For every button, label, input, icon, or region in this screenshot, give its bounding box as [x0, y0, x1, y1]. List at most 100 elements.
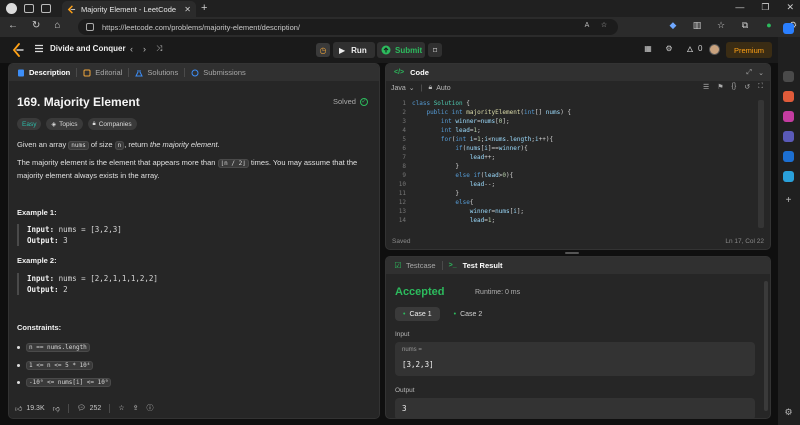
code-text[interactable]: lead--; — [412, 181, 495, 188]
fullscreen-icon[interactable]: ⛶ — [758, 83, 763, 91]
code-text[interactable]: else{ — [412, 199, 473, 206]
code-line[interactable]: 8 } — [386, 163, 459, 172]
leetcode-logo-icon[interactable] — [12, 43, 24, 57]
favorite-star-icon[interactable]: ☆ — [118, 404, 124, 412]
comments-button[interactable]: 💬︎ 252 — [77, 404, 102, 413]
code-text[interactable]: winner=nums[i]; — [412, 208, 524, 215]
code-editor[interactable]: 1 class Solution {2 public int majorityEl… — [386, 100, 770, 230]
panel-resize-handle[interactable] — [565, 252, 579, 254]
code-text[interactable]: public int majorityElement(int[] nums) { — [412, 109, 571, 116]
code-line[interactable]: 14 lead=1; — [386, 217, 495, 226]
browser-profile-icon[interactable] — [6, 3, 17, 14]
code-line[interactable]: 11 } — [386, 190, 459, 199]
code-text[interactable]: for(int i=1;i<nums.length;i++){ — [412, 136, 553, 143]
code-line[interactable]: 12 else{ — [386, 199, 474, 208]
language-select[interactable]: Java — [391, 85, 406, 92]
code-text[interactable]: } — [412, 163, 459, 170]
companies-tag[interactable]: 🔒︎ Companies — [87, 118, 137, 130]
panel-menu-icon[interactable]: ⌄ — [758, 69, 764, 77]
outlook-icon[interactable] — [783, 151, 794, 162]
home-icon[interactable]: ⌂ — [54, 20, 60, 31]
code-line[interactable]: 6 if(nums[i]==winner){ — [386, 145, 527, 154]
notes-icon[interactable]: ⌑ — [428, 43, 442, 57]
tab-solutions[interactable]: Solutions — [135, 68, 178, 77]
reset-icon[interactable]: ↺ — [744, 83, 750, 91]
braces-icon[interactable]: {} — [732, 83, 737, 91]
telegram-icon[interactable] — [783, 171, 794, 182]
user-avatar[interactable] — [709, 44, 720, 55]
maximize-panel-icon[interactable]: ⤢ — [746, 69, 752, 77]
favorites-icon[interactable]: ☆ — [716, 20, 726, 30]
back-icon[interactable]: ← — [8, 20, 18, 31]
maximize-icon[interactable]: ❐ — [761, 2, 769, 13]
search-icon[interactable] — [783, 71, 794, 82]
tab-submissions[interactable]: Submissions — [191, 68, 246, 77]
copilot-icon[interactable] — [783, 23, 794, 34]
shuffle-icon[interactable]: ⤨ — [156, 44, 162, 54]
code-text[interactable]: int winner=nums[0]; — [412, 118, 510, 125]
add-app-icon[interactable]: + — [783, 195, 794, 206]
topics-tag[interactable]: ◈ Topics — [46, 118, 83, 130]
code-line[interactable]: 3 int winner=nums[0]; — [386, 118, 510, 127]
mode-label[interactable]: Auto — [436, 85, 450, 92]
case-1-tab[interactable]: • Case 1 — [395, 307, 440, 321]
code-text[interactable]: int lead=1; — [412, 127, 481, 134]
tab-code[interactable]: </> Code — [394, 68, 429, 77]
code-text[interactable]: else if(lead>0){ — [412, 172, 513, 179]
code-text[interactable]: lead=1; — [412, 217, 495, 224]
url-text[interactable]: https://leetcode.com/problems/majority-e… — [102, 23, 300, 32]
code-line[interactable]: 1 class Solution { — [386, 100, 470, 109]
code-line[interactable]: 5 for(int i=1;i<nums.length;i++){ — [386, 136, 553, 145]
shopping-icon[interactable] — [783, 91, 794, 102]
close-tab-icon[interactable]: ✕ — [184, 5, 191, 14]
run-button[interactable]: ▶ Run — [333, 42, 375, 58]
code-text[interactable]: if(nums[i]==winner){ — [412, 145, 527, 152]
games-icon[interactable] — [783, 131, 794, 142]
tab-editorial[interactable]: Editorial — [83, 68, 122, 77]
case-2-tab[interactable]: • Case 2 — [446, 307, 491, 321]
result-scrollbar[interactable] — [764, 281, 768, 411]
browser-tab[interactable]: Majority Element - LeetCode ✕ — [62, 1, 196, 17]
tools-icon[interactable] — [783, 111, 794, 122]
code-text[interactable]: } — [412, 190, 459, 197]
premium-button[interactable]: Premium — [726, 42, 772, 58]
code-line[interactable]: 10 lead--; — [386, 181, 495, 190]
bookmark-icon[interactable]: ⚑ — [717, 83, 723, 91]
code-text[interactable]: lead++; — [412, 154, 495, 161]
tab-description[interactable]: Description — [17, 68, 70, 77]
tab-testcase[interactable]: ☑ Testcase — [394, 261, 435, 270]
layout-grid-icon[interactable]: ▦ — [643, 43, 653, 53]
submit-button[interactable]: Submit — [377, 42, 425, 58]
chevron-down-icon[interactable]: ⌄ — [409, 84, 415, 92]
address-bar[interactable]: https://leetcode.com/problems/majority-e… — [78, 19, 618, 35]
problem-list-button[interactable]: Divide and Conquer — [34, 44, 126, 53]
sidebar-settings-icon[interactable]: ⚙ — [783, 407, 794, 418]
code-line[interactable]: 2 public int majorityElement(int[] nums)… — [386, 109, 571, 118]
share-icon[interactable]: ⇪ — [133, 404, 139, 412]
code-line[interactable]: 4 int lead=1; — [386, 127, 481, 136]
code-line[interactable]: 7 lead++; — [386, 154, 495, 163]
settings-gear-icon[interactable]: ⚙ — [664, 43, 674, 53]
split-screen-icon[interactable]: ▥ — [692, 20, 702, 30]
timer-icon[interactable]: ◷ — [316, 43, 330, 57]
workspaces-icon[interactable] — [24, 4, 34, 13]
format-icon[interactable]: ☰ — [703, 83, 709, 91]
tab-actions-icon[interactable] — [41, 4, 51, 13]
tab-test-result[interactable]: >_ Test Result — [449, 261, 503, 270]
copilot-status-icon[interactable]: ● — [764, 20, 774, 30]
new-tab-button[interactable]: + — [201, 2, 207, 14]
refresh-icon[interactable]: ↻ — [32, 20, 40, 31]
read-aloud-icon[interactable]: A — [583, 21, 591, 29]
streak-fire-icon[interactable]: 🜂 — [685, 43, 695, 54]
next-problem-icon[interactable]: › — [143, 44, 146, 54]
help-icon[interactable]: ⓘ — [146, 403, 153, 413]
thumbs-down-icon[interactable]: 👎︎ — [53, 404, 60, 413]
code-text[interactable]: class Solution { — [412, 100, 470, 107]
collections-icon[interactable]: ⧉ — [740, 20, 750, 30]
close-window-icon[interactable]: ✕ — [786, 2, 794, 13]
editor-scrollbar[interactable] — [758, 100, 764, 228]
minimize-icon[interactable]: — — [735, 2, 744, 13]
prev-problem-icon[interactable]: ‹ — [130, 44, 133, 54]
code-line[interactable]: 9 else if(lead>0){ — [386, 172, 513, 181]
like-button[interactable]: 👍︎ 19.3K — [15, 404, 45, 413]
